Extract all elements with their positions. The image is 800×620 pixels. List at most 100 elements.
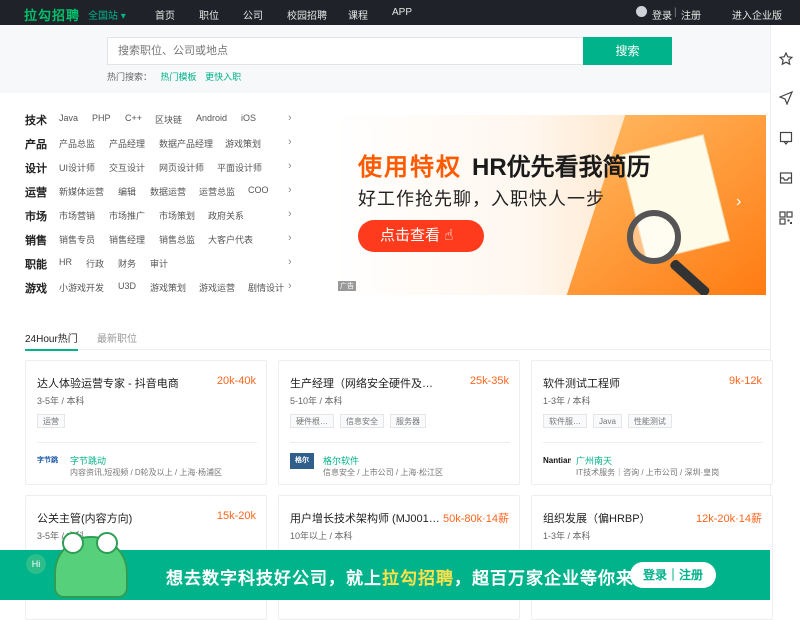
category-item[interactable]: 编辑 — [118, 185, 136, 198]
category-item[interactable]: 销售总监 — [159, 233, 195, 246]
site-logo[interactable]: 拉勾招聘 — [24, 5, 80, 24]
category-item[interactable]: 产品经理 — [109, 137, 145, 150]
category-name: 运营 — [25, 187, 47, 199]
category-item[interactable]: 产品总监 — [59, 137, 95, 150]
job-requirements: 5-10年 / 本科 — [290, 396, 343, 406]
category-item[interactable]: 游戏策划 — [225, 137, 261, 150]
category-item[interactable]: 大客户代表 — [208, 233, 253, 246]
category-item[interactable]: Java — [59, 113, 78, 123]
category-name: 游戏 — [25, 283, 47, 295]
category-row-functions[interactable]: 职能 HR 行政 财务 审计 › — [25, 252, 300, 272]
category-item[interactable]: 行政 — [86, 257, 104, 270]
category-item[interactable]: 市场推广 — [109, 209, 145, 222]
nav-link-home[interactable]: 首页 — [155, 7, 175, 22]
company-logo[interactable]: 格尔 — [290, 453, 314, 469]
category-item[interactable]: 区块链 — [155, 113, 182, 126]
inbox-icon[interactable] — [779, 171, 793, 185]
search-box — [107, 37, 583, 65]
company-name[interactable]: 广州南天 — [576, 454, 612, 467]
star-icon[interactable] — [779, 52, 793, 66]
side-toolbar — [770, 25, 800, 600]
job-salary: 50k-80k·14薪 — [442, 513, 509, 525]
chevron-right-icon[interactable]: › — [736, 193, 741, 211]
company-name[interactable]: 格尔软件 — [323, 454, 359, 467]
category-item[interactable]: 市场营销 — [59, 209, 95, 222]
city-selector[interactable]: 全国站 ▾ — [88, 7, 126, 22]
login-link[interactable]: 登录 — [652, 7, 672, 22]
login-register-button[interactable]: 登录｜注册 — [630, 562, 716, 588]
tab-24hour-hot[interactable]: 24Hour热门 — [25, 330, 78, 351]
company-name[interactable]: 字节跳动 — [70, 454, 106, 467]
category-item[interactable]: 市场策划 — [159, 209, 195, 222]
category-row-marketing[interactable]: 市场 市场营销 市场推广 市场策划 政府关系 › — [25, 204, 300, 224]
qrcode-icon[interactable] — [779, 211, 793, 225]
company-logo[interactable]: 字节跳动 — [37, 453, 61, 469]
chevron-right-icon: › — [288, 112, 292, 124]
category-item[interactable]: 交互设计 — [109, 161, 145, 174]
job-card[interactable]: 达人体验运营专家 - 抖音电商 20k-40k 3-5年 / 本科 运营 字节跳… — [25, 360, 267, 485]
category-item[interactable]: 数据运营 — [150, 185, 186, 198]
category-row-design[interactable]: 设计 UI设计师 交互设计 网页设计师 平面设计师 › — [25, 156, 300, 176]
category-item[interactable]: 游戏策划 — [150, 281, 186, 294]
send-icon[interactable] — [779, 91, 793, 105]
category-item[interactable]: 销售经理 — [109, 233, 145, 246]
hot-tag-template[interactable]: 热门模板 — [161, 72, 197, 82]
category-row-product[interactable]: 产品 产品总监 产品经理 数据产品经理 游戏策划 › — [25, 132, 300, 152]
category-item[interactable]: iOS — [241, 113, 256, 123]
search-input[interactable] — [108, 38, 583, 64]
job-salary: 9k-12k — [728, 375, 762, 387]
category-item[interactable]: 小游戏开发 — [59, 281, 104, 294]
mascot-eye — [96, 532, 118, 554]
chevron-right-icon: › — [288, 280, 292, 292]
category-item[interactable]: C++ — [125, 113, 142, 123]
search-button[interactable]: 搜索 — [583, 37, 672, 65]
category-item[interactable]: 销售专员 — [59, 233, 95, 246]
job-tag: 软件服… — [543, 414, 587, 428]
category-item[interactable]: 网页设计师 — [159, 161, 204, 174]
category-item[interactable]: 游戏运营 — [199, 281, 235, 294]
job-title[interactable]: 软件测试工程师 — [543, 375, 713, 391]
category-item[interactable]: 审计 — [150, 257, 168, 270]
category-item[interactable]: HR — [59, 257, 72, 267]
promo-banner[interactable]: 使用特权 HR优先看我简历 好工作抢先聊，入职快人一步 点击查看 ☝ 广告 › — [332, 115, 766, 295]
nav-link-companies[interactable]: 公司 — [243, 7, 263, 22]
tab-latest-jobs[interactable]: 最新职位 — [97, 330, 137, 345]
nav-link-app[interactable]: APP — [392, 7, 412, 18]
job-tabs: 24Hour热门 最新职位 — [25, 328, 770, 351]
company-logo[interactable]: Nantian — [543, 453, 571, 469]
category-item[interactable]: U3D — [118, 281, 136, 291]
category-row-games[interactable]: 游戏 小游戏开发 U3D 游戏策划 游戏运营 剧情设计 › — [25, 276, 300, 296]
job-title[interactable]: 用户增长技术架构师 (MJ001… — [290, 510, 460, 526]
category-item[interactable]: PHP — [92, 113, 111, 123]
job-title[interactable]: 生产经理（网络安全硬件及… — [290, 375, 460, 391]
category-item[interactable]: Android — [196, 113, 227, 123]
category-item[interactable]: COO — [248, 185, 269, 195]
category-item[interactable]: 运营总监 — [199, 185, 235, 198]
category-row-operations[interactable]: 运营 新媒体运营 编辑 数据运营 运营总监 COO › — [25, 180, 300, 200]
category-row-sales[interactable]: 销售 销售专员 销售经理 销售总监 大客户代表 › — [25, 228, 300, 248]
divider — [37, 442, 257, 443]
nav-link-courses[interactable]: 课程 — [348, 7, 368, 22]
job-card[interactable]: 软件测试工程师 9k-12k 1-3年 / 本科 软件服… Java 性能测试 Na… — [531, 360, 773, 485]
category-item[interactable]: 新媒体运营 — [59, 185, 104, 198]
job-title[interactable]: 达人体验运营专家 - 抖音电商 — [37, 375, 207, 391]
category-item[interactable]: 平面设计师 — [217, 161, 262, 174]
feedback-icon[interactable] — [779, 131, 793, 145]
category-row-tech[interactable]: 技术 Java PHP C++ 区块链 Android iOS › — [25, 108, 300, 128]
category-item[interactable]: 政府关系 — [208, 209, 244, 222]
job-title[interactable]: 公关主管(内容方向) — [37, 510, 207, 526]
category-item[interactable]: UI设计师 — [59, 161, 95, 174]
job-tags: 运营 — [37, 413, 71, 428]
job-requirements: 3-5年 / 本科 — [37, 396, 85, 406]
category-item[interactable]: 剧情设计 — [248, 281, 284, 294]
enterprise-link[interactable]: 进入企业版 — [732, 7, 782, 22]
category-item[interactable]: 财务 — [118, 257, 136, 270]
hot-tag-fast-hire[interactable]: 更快入职 — [205, 72, 241, 82]
category-item[interactable]: 数据产品经理 — [159, 137, 213, 150]
nav-link-jobs[interactable]: 职位 — [199, 7, 219, 22]
job-card[interactable]: 生产经理（网络安全硬件及… 25k-35k 5-10年 / 本科 硬件根… 信息安… — [278, 360, 520, 485]
job-title[interactable]: 组织发展（偏HRBP） — [543, 510, 713, 526]
banner-cta-button[interactable]: 点击查看 ☝ — [358, 220, 484, 252]
nav-link-campus[interactable]: 校园招聘 — [287, 7, 327, 22]
register-link[interactable]: 注册 — [681, 7, 701, 22]
